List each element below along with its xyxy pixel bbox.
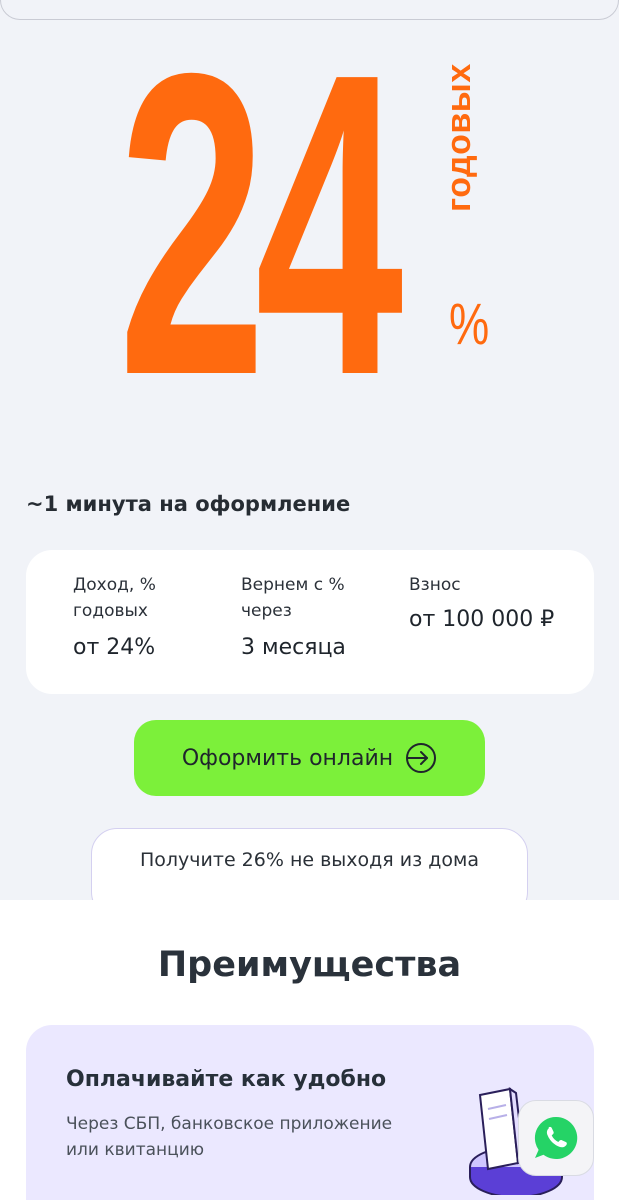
whatsapp-button[interactable] <box>518 1100 594 1176</box>
terms-deposit: Взнос от 100 000 ₽ <box>409 572 559 636</box>
advantage-card: Оплачивайте как удобно Через СБП, банков… <box>26 1025 594 1200</box>
terms-card: Доход, % годовых от 24% Вернем с % через… <box>26 550 594 694</box>
terms-income-label: Доход, % годовых <box>73 575 156 621</box>
hero-rate-suffix: годовых <box>440 63 478 212</box>
terms-deposit-value: от 100 000 ₽ <box>409 607 555 632</box>
promo-text: Получите 26% не выходя из дома <box>140 849 479 871</box>
apply-online-button[interactable]: Оформить онлайн <box>134 720 485 796</box>
advantage-card-description: Через СБП, банковское приложение или кви… <box>66 1114 393 1160</box>
hero-rate-number: 24 <box>118 0 403 465</box>
processing-time-text: ~1 минута на оформление <box>26 492 351 516</box>
advantage-card-title: Оплачивайте как удобно <box>66 1067 387 1092</box>
arrow-right-circle-icon <box>406 743 437 773</box>
hero-section: 24 годовых % ~1 минута на оформление Дох… <box>0 0 619 918</box>
hero-percent-sign: % <box>449 292 490 357</box>
terms-income: Доход, % годовых от 24% <box>73 572 223 664</box>
apply-online-label: Оформить онлайн <box>181 745 394 771</box>
terms-return: Вернем с % через 3 месяца <box>241 572 391 664</box>
whatsapp-icon <box>534 1116 578 1159</box>
terms-return-value: 3 месяца <box>241 635 346 660</box>
advantages-title: Преимущества <box>157 945 462 985</box>
terms-income-value: от 24% <box>73 635 156 660</box>
terms-deposit-label: Взнос <box>409 575 461 595</box>
terms-return-label: Вернем с % через <box>241 575 345 621</box>
